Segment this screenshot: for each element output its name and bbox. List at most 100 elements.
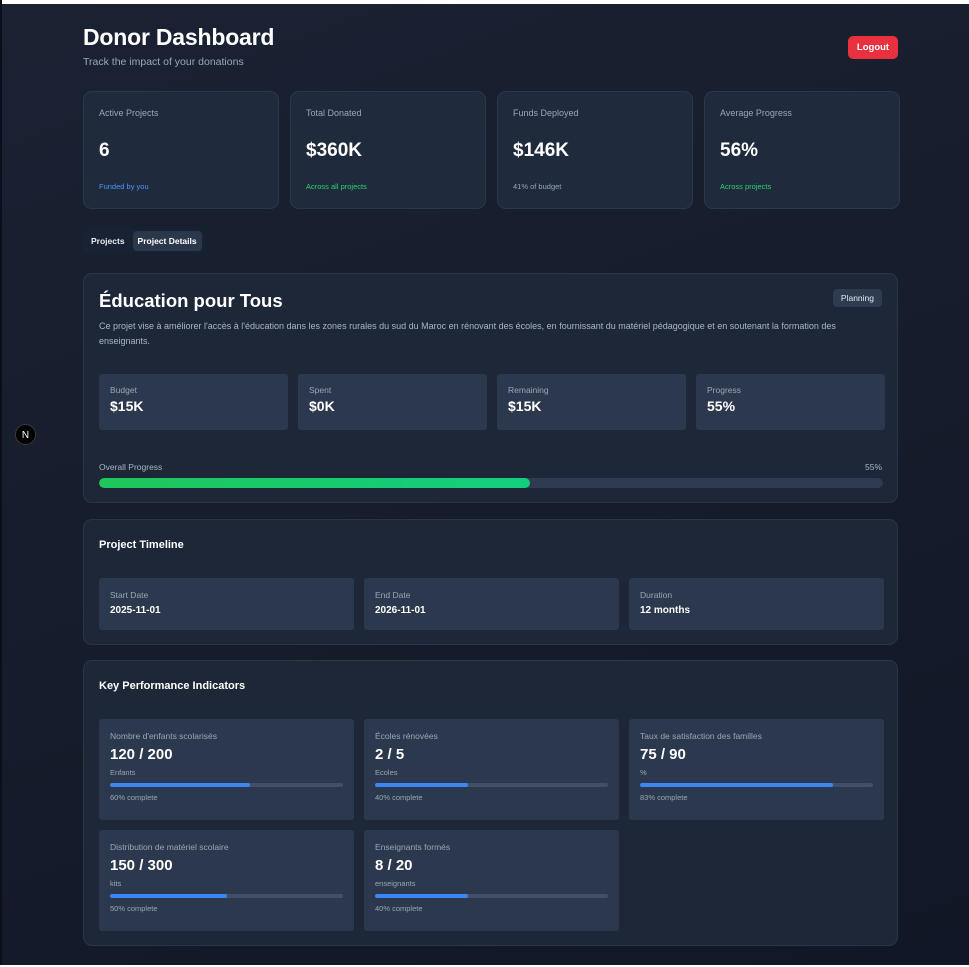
stat-card-funds-deployed: Funds Deployed $146K 41% of budget [497,91,693,209]
kpi-progress-bar [110,894,343,898]
timeline-row: Start Date 2025-11-01 End Date 2026-11-0… [99,578,884,630]
stat-note: Funded by you [99,182,149,191]
kpi-title: Key Performance Indicators [99,680,246,692]
project-description: Ce projet vise à améliorer l'accès à l'é… [99,321,836,346]
metric-budget: Budget $15K [99,374,288,430]
kpi-unit: % [640,768,647,777]
kpi-progress-bar [640,783,873,787]
timeline-start-date: Start Date 2025-11-01 [99,578,354,630]
metric-spent: Spent $0K [298,374,487,430]
page-title: Donor Dashboard [83,24,275,50]
tab-project-details[interactable]: Project Details [132,231,202,251]
kpi-complete: 60% complete [110,793,158,802]
nextjs-glyph: N [22,430,29,441]
kpi-label: Écoles rénovées [375,731,438,741]
timeline-title: Project Timeline [99,539,184,551]
metric-value: $15K [110,398,144,414]
overall-progress-fill [99,478,531,488]
timeline-label: Duration [640,590,673,600]
overall-progress-percent: 55% [864,462,882,472]
stat-value: $360K [306,140,362,161]
kpi-card: Écoles rénovées 2 / 5 Ecoles 40% complet… [364,719,619,820]
metric-value: $0K [309,398,335,414]
kpi-progress-bar [110,783,343,787]
kpi-progress-fill [375,894,469,898]
metric-progress: Progress 55% [696,374,885,430]
kpi-unit: kits [110,879,122,888]
timeline-label: End Date [375,590,411,600]
stat-label: Average Progress [720,108,792,118]
dashboard-header: Donor Dashboard Track the impact of your… [83,24,274,68]
stat-value: $146K [513,140,569,161]
view-tabs: Projects Project Details [83,229,205,253]
page-subtitle: Track the impact of your donations [83,56,244,68]
stat-label: Total Donated [306,108,362,118]
stats-row: Active Projects 6 Funded by you Total Do… [83,91,900,209]
stat-value: 56% [720,140,759,161]
kpi-complete: 50% complete [110,904,158,913]
stat-note: Across projects [720,182,772,191]
metric-value: 55% [707,398,736,414]
kpi-progress-fill [110,894,227,898]
kpi-unit: Ecoles [375,768,398,777]
kpi-label: Distribution de matériel scolaire [110,842,229,852]
kpi-progress-fill [375,783,469,787]
overall-progress-bar [99,478,883,488]
metric-value: $15K [508,398,542,414]
metric-label: Budget [110,385,137,395]
tab-projects[interactable]: Projects [86,231,130,251]
kpi-value: 2 / 5 [375,746,405,763]
kpi-grid: Nombre d'enfants scolarisés 120 / 200 En… [99,719,884,931]
stat-card-active-projects: Active Projects 6 Funded by you [83,91,279,209]
overall-progress-label: Overall Progress [99,462,163,472]
kpi-label: Nombre d'enfants scolarisés [110,731,217,741]
kpi-panel: Key Performance Indicators Nombre d'enfa… [83,660,898,946]
kpi-unit: Enfants [110,768,136,777]
kpi-value: 120 / 200 [110,746,173,763]
stat-card-average-progress: Average Progress 56% Across projects [704,91,900,209]
kpi-progress-bar [375,783,608,787]
kpi-unit: enseignants [375,879,416,888]
svg-text:N: N [22,430,29,441]
kpi-value: 75 / 90 [640,746,686,763]
metric-label: Progress [707,385,742,395]
timeline-value: 12 months [640,605,691,616]
kpi-label: Enseignants formés [375,842,451,852]
stat-note: Across all projects [306,182,367,191]
metric-label: Remaining [508,385,549,395]
kpi-label: Taux de satisfaction des familles [640,731,762,741]
kpi-card: Distribution de matériel scolaire 150 / … [99,830,354,931]
metric-remaining: Remaining $15K [497,374,686,430]
kpi-card: Nombre d'enfants scolarisés 120 / 200 En… [99,719,354,820]
kpi-card: Enseignants formés 8 / 20 enseignants 40… [364,830,619,931]
kpi-complete: 40% complete [375,793,423,802]
kpi-progress-fill [640,783,834,787]
stat-card-total-donated: Total Donated $360K Across all projects [290,91,486,209]
project-timeline-panel: Project Timeline Start Date 2025-11-01 E… [83,519,898,645]
kpi-value: 8 / 20 [375,857,413,874]
kpi-progress-bar [375,894,608,898]
timeline-label: Start Date [110,590,149,600]
timeline-end-date: End Date 2026-11-01 [364,578,619,630]
project-metrics: Budget $15K Spent $0K Remaining $15K Pro… [99,374,885,430]
window-left-edge [0,0,2,967]
kpi-complete: 40% complete [375,904,423,913]
status-badge: Planning [832,289,882,307]
kpi-progress-fill [110,783,250,787]
logout-button[interactable]: Logout [848,36,898,59]
timeline-duration: Duration 12 months [629,578,884,630]
project-summary-panel: Éducation pour Tous Planning Ce projet v… [83,273,898,503]
stat-label: Active Projects [99,108,159,118]
window-top-edge [0,0,969,4]
timeline-value: 2026-11-01 [375,605,426,616]
stat-value: 6 [99,140,110,161]
stat-label: Funds Deployed [513,108,579,118]
kpi-card: Taux de satisfaction des familles 75 / 9… [629,719,884,820]
timeline-value: 2025-11-01 [110,605,161,616]
nextjs-icon[interactable]: N [15,424,36,445]
kpi-complete: 83% complete [640,793,688,802]
metric-label: Spent [309,385,332,395]
kpi-value: 150 / 300 [110,857,173,874]
stat-note: 41% of budget [513,182,562,191]
project-title: Éducation pour Tous [99,290,283,311]
